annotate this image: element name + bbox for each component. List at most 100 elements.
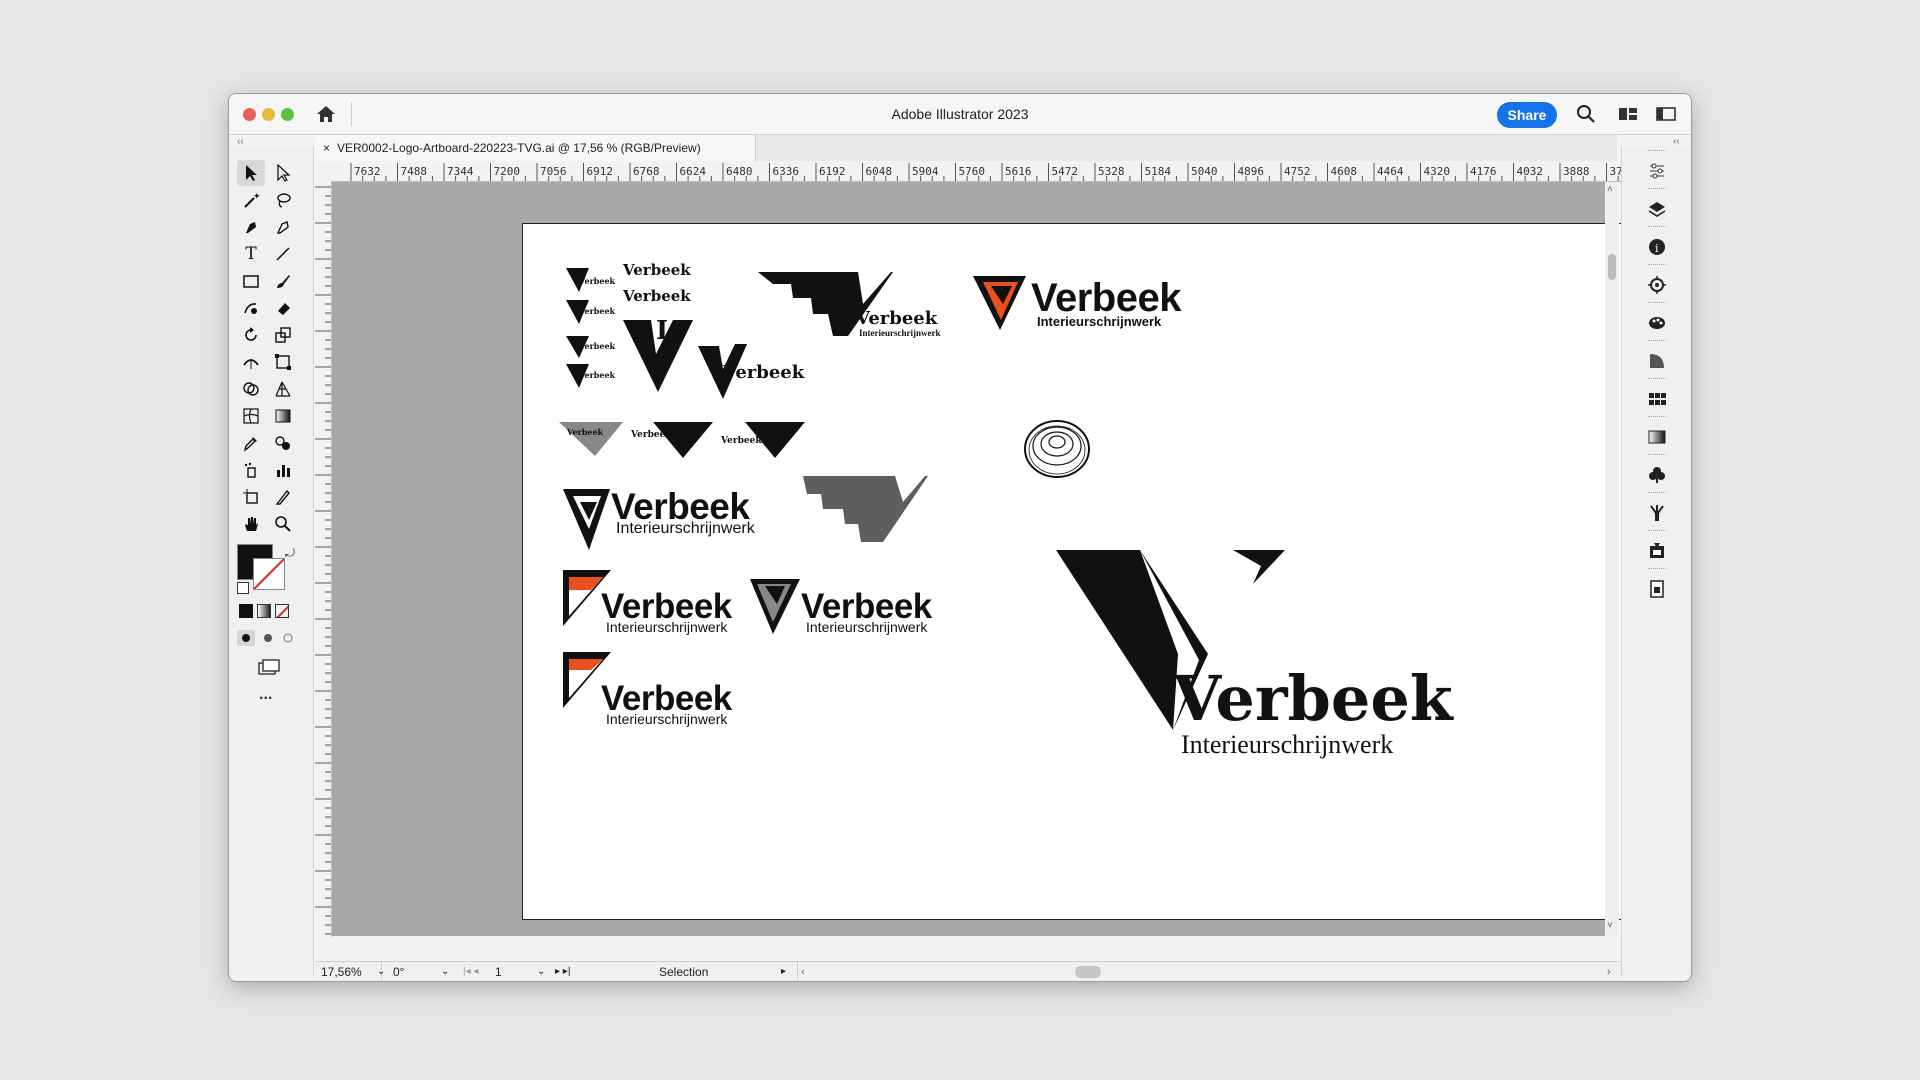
- document-tab-bar: × VER0002-Logo-Artboard-220223-TVG.ai @ …: [315, 135, 1617, 161]
- first-artboard-icon[interactable]: |◂ ◂: [463, 962, 478, 981]
- scroll-up-icon[interactable]: ˄: [1607, 184, 1613, 195]
- type-tool-icon[interactable]: T: [237, 241, 265, 267]
- ruler-label: 6768: [633, 165, 660, 178]
- symbol-sprayer-tool-icon[interactable]: [237, 457, 265, 483]
- column-graph-tool-icon[interactable]: [269, 457, 297, 483]
- ruler-label: 6912: [586, 165, 614, 178]
- ruler-label: 6336: [772, 165, 800, 178]
- horizontal-ruler[interactable]: 7632 7488 7344 7200 7056 6912 6768 6624 6480 6336…: [331, 163, 1633, 182]
- perspective-grid-tool-icon[interactable]: [269, 376, 297, 402]
- asset-export-icon[interactable]: [1644, 538, 1670, 564]
- free-transform-tool-icon[interactable]: [269, 349, 297, 375]
- ruler-label: 4464: [1377, 165, 1404, 178]
- status-menu-icon[interactable]: ▸: [781, 962, 786, 981]
- gradient-mode-icon[interactable]: [257, 604, 271, 618]
- canvas-area[interactable]: Verbeek Verbeek Verbeek Verbeek Verbeek …: [332, 182, 1632, 936]
- selection-tool-icon[interactable]: [237, 160, 265, 186]
- layers-icon[interactable]: [1644, 196, 1670, 222]
- brushes-icon[interactable]: [1644, 500, 1670, 526]
- color-guide-icon[interactable]: [1644, 348, 1670, 374]
- rotate-tool-icon[interactable]: [237, 322, 265, 348]
- width-tool-icon[interactable]: [237, 349, 265, 375]
- panel-layout-icon[interactable]: [1654, 103, 1678, 125]
- edit-toolbar-icon[interactable]: ...: [259, 686, 272, 704]
- symbols-icon[interactable]: [1644, 462, 1670, 488]
- ruler-label: 4752: [1284, 165, 1311, 178]
- artboard-number-field[interactable]: 1: [495, 962, 539, 981]
- workspace-switcher-icon[interactable]: [1616, 103, 1640, 125]
- status-bar: 17,56% ⌄ 0° ⌄ |◂ ◂ 1 ⌄ ▸ ▸| Selection ▸ …: [315, 961, 1621, 981]
- next-artboard-icon[interactable]: ▸ ▸|: [555, 962, 570, 981]
- pen-tool-icon[interactable]: [237, 214, 265, 240]
- ruler-label: 4320: [1423, 165, 1451, 178]
- zoom-level-field[interactable]: 17,56%: [321, 962, 382, 981]
- zoom-dropdown-icon[interactable]: ⌄: [377, 962, 385, 981]
- shape-builder-tool-icon[interactable]: [237, 376, 265, 402]
- ruler-origin[interactable]: [315, 163, 332, 182]
- illustrator-window: Adobe Illustrator 2023 Share ‹‹ ‹‹ × VER…: [228, 93, 1692, 982]
- blend-tool-icon[interactable]: [269, 430, 297, 456]
- mini-wordmark: Verbeek: [623, 261, 691, 279]
- properties-icon[interactable]: [1644, 158, 1670, 184]
- tagline-sans: Interieurschrijnwerk: [806, 619, 928, 635]
- swap-fill-stroke-icon[interactable]: ⤾: [285, 546, 295, 561]
- slice-tool-icon[interactable]: [269, 484, 297, 510]
- artboard[interactable]: Verbeek Verbeek Verbeek Verbeek Verbeek …: [522, 223, 1632, 920]
- artboard-tool-icon[interactable]: [237, 484, 265, 510]
- status-mode-label[interactable]: Selection: [659, 962, 809, 981]
- document-info-icon[interactable]: [1644, 576, 1670, 602]
- zoom-tool-icon[interactable]: [269, 511, 297, 537]
- mesh-tool-icon[interactable]: [237, 403, 265, 429]
- eraser-tool-icon[interactable]: [269, 295, 297, 321]
- share-button[interactable]: Share: [1497, 102, 1557, 128]
- tagline-sans: Interieurschrijnwerk: [1037, 314, 1162, 329]
- eyedropper-tool-icon[interactable]: [237, 430, 265, 456]
- vertical-scrollbar[interactable]: ˄ ˅: [1605, 182, 1619, 936]
- gradient-tool-icon[interactable]: [269, 403, 297, 429]
- artboard-dropdown-icon[interactable]: ⌄: [537, 962, 545, 981]
- scroll-down-icon[interactable]: ˅: [1607, 920, 1613, 931]
- mini-wordmark: Verbeek: [579, 306, 616, 316]
- rotation-dropdown-icon[interactable]: ⌄: [441, 962, 449, 981]
- ruler-label: 7632: [354, 165, 381, 178]
- ruler-label: 6048: [865, 165, 893, 178]
- document-tab[interactable]: × VER0002-Logo-Artboard-220223-TVG.ai @ …: [315, 135, 756, 161]
- scale-tool-icon[interactable]: [269, 322, 297, 348]
- draw-normal-icon[interactable]: [237, 630, 255, 646]
- vertical-ruler[interactable]: [315, 181, 332, 937]
- mini-wordmark: Verbeek: [721, 436, 762, 446]
- draw-inside-icon[interactable]: [279, 630, 297, 646]
- lasso-tool-icon[interactable]: [269, 187, 297, 213]
- rectangle-tool-icon[interactable]: [237, 268, 265, 294]
- magic-wand-tool-icon[interactable]: ✦: [237, 187, 265, 213]
- close-tab-icon[interactable]: ×: [323, 135, 330, 161]
- color-icon[interactable]: [1644, 310, 1670, 336]
- line-segment-tool-icon[interactable]: [269, 241, 297, 267]
- navigator-icon[interactable]: [1644, 272, 1670, 298]
- gradient-icon[interactable]: [1644, 424, 1670, 450]
- stroke-swatch[interactable]: [253, 558, 285, 590]
- swatches-icon[interactable]: [1644, 386, 1670, 412]
- curvature-tool-icon[interactable]: [269, 214, 297, 240]
- document-tab-title: VER0002-Logo-Artboard-220223-TVG.ai @ 17…: [337, 141, 701, 155]
- none-mode-icon[interactable]: [275, 604, 289, 618]
- direct-selection-tool-icon[interactable]: [269, 160, 297, 186]
- scroll-left-icon[interactable]: ‹: [801, 962, 805, 981]
- ruler-label: 6480: [726, 165, 753, 178]
- default-colors-icon[interactable]: [237, 582, 249, 594]
- large-v-accent: [1233, 550, 1285, 584]
- info-icon[interactable]: i: [1644, 234, 1670, 260]
- horizontal-scroll-thumb[interactable]: [1075, 966, 1101, 978]
- scroll-right-icon[interactable]: ›: [1607, 962, 1611, 981]
- hand-tool-icon[interactable]: [237, 511, 265, 537]
- screen-mode-icon[interactable]: [257, 658, 281, 676]
- search-icon[interactable]: [1574, 103, 1598, 125]
- title-bar: Adobe Illustrator 2023 Share: [229, 94, 1691, 135]
- shaper-tool-icon[interactable]: [237, 295, 265, 321]
- paintbrush-tool-icon[interactable]: [269, 268, 297, 294]
- ruler-label: 7488: [400, 165, 428, 178]
- color-mode-icon[interactable]: [239, 604, 253, 618]
- mini-wordmark: Verbeek: [579, 370, 616, 380]
- vertical-scroll-thumb[interactable]: [1608, 254, 1616, 280]
- draw-behind-icon[interactable]: [259, 630, 277, 646]
